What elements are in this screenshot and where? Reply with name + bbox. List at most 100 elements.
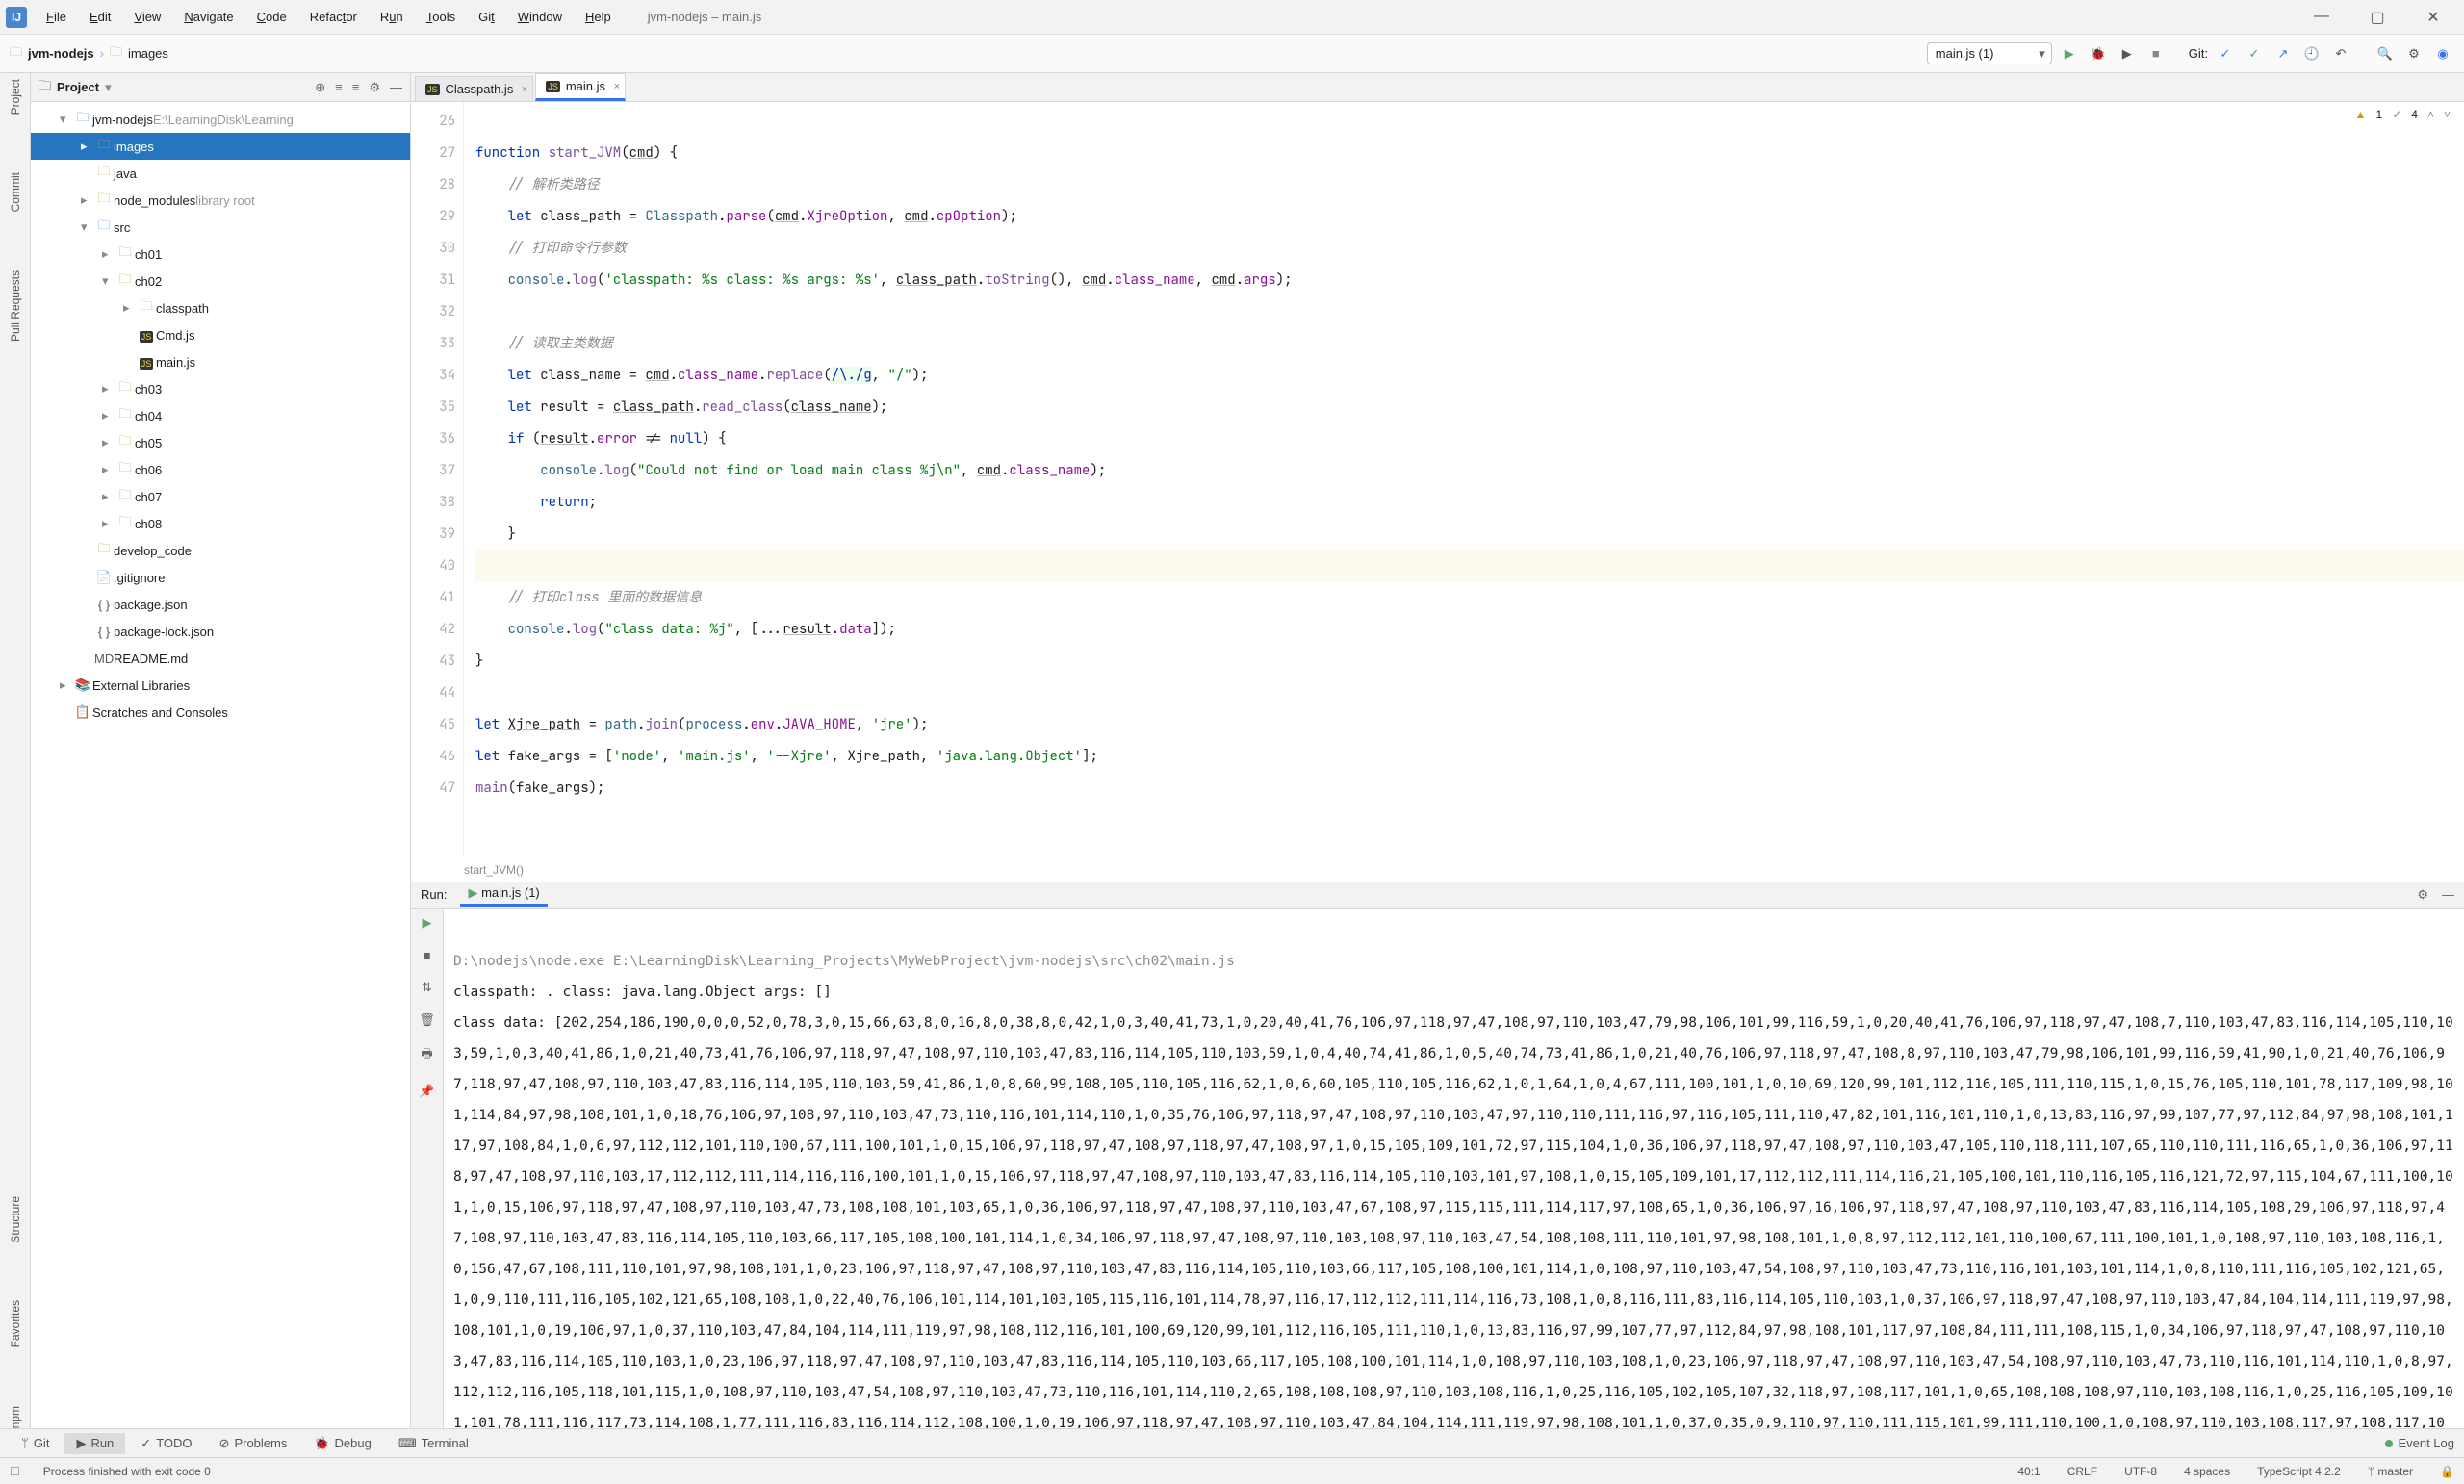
hide-icon[interactable]: — xyxy=(390,80,402,95)
settings-icon[interactable]: ⚙ xyxy=(2402,42,2426,65)
chevron-up-icon[interactable]: ˄ xyxy=(2427,108,2434,121)
menu-edit[interactable]: Edit xyxy=(80,6,120,28)
line-separator[interactable]: CRLF xyxy=(2067,1465,2097,1478)
toolstrip-favorites[interactable]: Favorites xyxy=(9,1300,22,1347)
minimize-button[interactable]: — xyxy=(2308,8,2335,27)
tree-row[interactable]: ▸🗀ch07 xyxy=(31,483,410,510)
search-icon[interactable]: 🔍 xyxy=(2374,42,2397,65)
run-tab[interactable]: ▶ main.js (1) xyxy=(460,883,547,907)
tree-row[interactable]: ▸🗀ch08 xyxy=(31,510,410,537)
print-icon[interactable]: 🖶 xyxy=(421,1045,432,1066)
menu-tools[interactable]: Tools xyxy=(417,6,465,28)
indent-info[interactable]: 4 spaces xyxy=(2184,1465,2230,1478)
layout-icon[interactable]: ⇅ xyxy=(422,980,432,995)
inspections-widget[interactable]: ▲ 1 ✓ 4 ˄ ˅ xyxy=(2355,108,2451,121)
tree-row[interactable]: ▸🗀node_modules library root xyxy=(31,187,410,214)
console-output[interactable]: D:\nodejs\node.exe E:\LearningDisk\Learn… xyxy=(444,909,2464,1428)
event-log[interactable]: Event Log xyxy=(2385,1436,2454,1450)
message-icon[interactable]: ☐ xyxy=(10,1465,20,1478)
language-service[interactable]: TypeScript 4.2.2 xyxy=(2257,1465,2341,1478)
collapse-icon[interactable]: ≡ xyxy=(352,80,360,95)
tree-row[interactable]: MDREADME.md xyxy=(31,645,410,672)
coverage-icon[interactable]: ▶ xyxy=(2116,42,2139,65)
menu-file[interactable]: File xyxy=(37,6,76,28)
gear-icon[interactable]: ⚙ xyxy=(2417,887,2428,903)
tree-row[interactable]: ▸📚External Libraries xyxy=(31,672,410,699)
toolstrip-npm[interactable]: npm xyxy=(9,1406,22,1428)
git-pull-icon[interactable]: ✓ xyxy=(2214,42,2237,65)
menu-help[interactable]: Help xyxy=(576,6,621,28)
expand-icon[interactable]: ≡ xyxy=(335,80,343,95)
tree-row[interactable]: 📄.gitignore xyxy=(31,564,410,591)
bottom-tab-run[interactable]: ▶Run xyxy=(64,1433,125,1454)
tree-row[interactable]: ▸🗀ch03 xyxy=(31,375,410,402)
tree-row[interactable]: ▸🗀ch06 xyxy=(31,456,410,483)
bottom-tab-terminal[interactable]: ⌨Terminal xyxy=(387,1433,480,1454)
tree-row[interactable]: ▾🗀src xyxy=(31,214,410,241)
code-with-me-icon[interactable]: ◉ xyxy=(2431,42,2454,65)
tree-row[interactable]: ▸🗀images xyxy=(31,133,410,160)
chevron-right-icon: › xyxy=(100,46,104,61)
tree-row[interactable]: 🗀java xyxy=(31,160,410,187)
tree-row[interactable]: { }package.json xyxy=(31,591,410,618)
menu-git[interactable]: Git xyxy=(469,6,504,28)
bottom-tab-problems[interactable]: ⊘Problems xyxy=(208,1433,299,1454)
tree-row[interactable]: ▾🗀jvm-nodejs E:\LearningDisk\Learning xyxy=(31,106,410,133)
toolstrip-project[interactable]: Project xyxy=(9,79,22,115)
tree-row[interactable]: 📋Scratches and Consoles xyxy=(31,699,410,726)
tree-row[interactable]: { }package-lock.json xyxy=(31,618,410,645)
chevron-down-icon[interactable]: ˅ xyxy=(2444,108,2451,121)
trash-icon[interactable]: 🗑 xyxy=(419,1012,435,1028)
run-config-dropdown[interactable]: main.js (1) xyxy=(1927,42,2052,64)
stop-icon[interactable]: ■ xyxy=(2144,42,2168,65)
file-encoding[interactable]: UTF-8 xyxy=(2124,1465,2157,1478)
menu-refactor[interactable]: Refactor xyxy=(300,6,367,28)
pin-icon[interactable]: 📌 xyxy=(419,1084,434,1099)
breadcrumb[interactable]: 🗀 jvm-nodejs › 🗀 images xyxy=(10,43,168,64)
git-push-icon[interactable]: ↗ xyxy=(2272,42,2295,65)
tree-row[interactable]: ▸🗀ch01 xyxy=(31,241,410,268)
tree-row[interactable]: JSCmd.js xyxy=(31,321,410,348)
caret-position[interactable]: 40:1 xyxy=(2017,1465,2040,1478)
bottom-tab-git[interactable]: ᛘGit xyxy=(10,1433,61,1453)
tree-row[interactable]: ▸🗀ch04 xyxy=(31,402,410,429)
debug-icon[interactable]: 🐞 xyxy=(2087,42,2110,65)
hide-icon[interactable]: — xyxy=(2442,887,2454,903)
editor-tab[interactable]: JSmain.js× xyxy=(535,73,626,101)
toolstrip-structure[interactable]: Structure xyxy=(9,1196,22,1243)
menu-view[interactable]: View xyxy=(124,6,170,28)
editor-tab[interactable]: JSClasspath.js× xyxy=(415,76,533,101)
menu-code[interactable]: Code xyxy=(247,6,296,28)
close-icon[interactable]: × xyxy=(614,81,620,92)
chevron-down-icon[interactable]: ▾ xyxy=(105,80,112,95)
toolstrip-commit[interactable]: Commit xyxy=(9,172,22,212)
tree-row[interactable]: 🗀develop_code xyxy=(31,537,410,564)
git-rollback-icon[interactable]: ↶ xyxy=(2329,42,2352,65)
menu-run[interactable]: Run xyxy=(371,6,413,28)
git-commit-icon[interactable]: ✓ xyxy=(2243,42,2266,65)
bottom-tab-debug[interactable]: 🐞Debug xyxy=(302,1433,383,1454)
tree-label: ch06 xyxy=(135,463,162,477)
tree-row[interactable]: ▸🗀ch05 xyxy=(31,429,410,456)
editor-code[interactable]: function start_JVM(cmd) { // 解析类路径 let c… xyxy=(464,102,2464,857)
close-icon[interactable]: × xyxy=(522,84,527,95)
git-history-icon[interactable]: 🕘 xyxy=(2300,42,2323,65)
project-tree[interactable]: ▾🗀jvm-nodejs E:\LearningDisk\Learning▸🗀i… xyxy=(31,102,410,1428)
editor-breadcrumb[interactable]: start_JVM() xyxy=(411,857,2464,882)
menu-navigate[interactable]: Navigate xyxy=(174,6,243,28)
bottom-tab-todo[interactable]: ✓TODO xyxy=(129,1433,203,1454)
maximize-button[interactable]: ▢ xyxy=(2364,8,2391,27)
lock-icon[interactable]: 🔒 xyxy=(2440,1465,2454,1478)
locate-icon[interactable]: ⊕ xyxy=(315,80,325,95)
git-branch[interactable]: ᛘ master xyxy=(2368,1465,2413,1478)
tree-row[interactable]: ▾🗀ch02 xyxy=(31,268,410,294)
menu-window[interactable]: Window xyxy=(508,6,572,28)
gear-icon[interactable]: ⚙ xyxy=(369,80,380,95)
tree-row[interactable]: JSmain.js xyxy=(31,348,410,375)
toolstrip-pull-requests[interactable]: Pull Requests xyxy=(9,270,22,342)
close-button[interactable]: ✕ xyxy=(2420,8,2447,27)
tree-row[interactable]: ▸🗀classpath xyxy=(31,294,410,321)
rerun-icon[interactable]: ▶ xyxy=(423,915,432,931)
run-icon[interactable]: ▶ xyxy=(2058,42,2081,65)
stop-icon[interactable]: ■ xyxy=(424,948,431,962)
